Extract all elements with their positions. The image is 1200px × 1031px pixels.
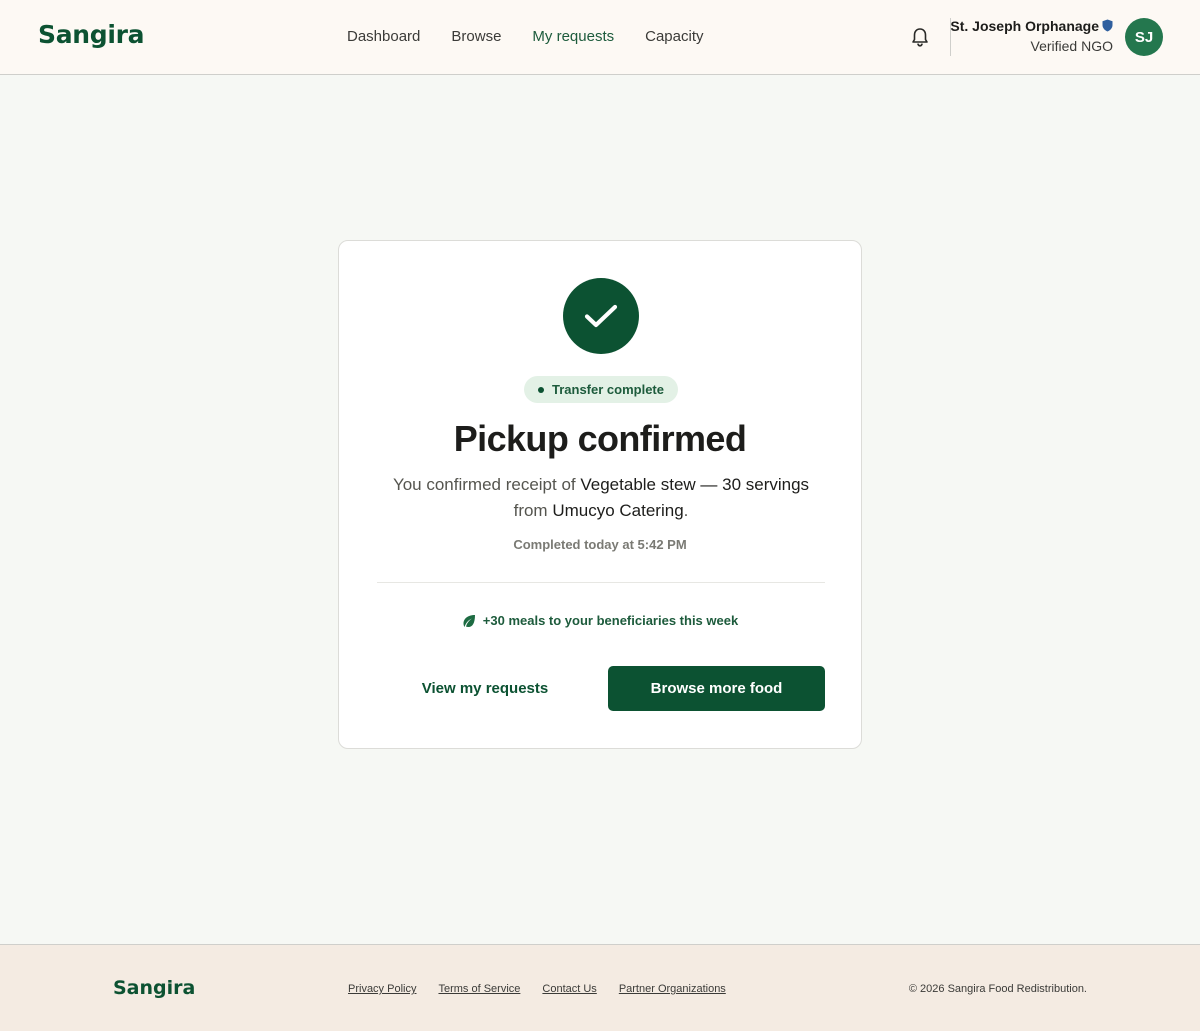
status-dot-icon <box>538 386 544 393</box>
footer-link-terms[interactable]: Terms of Service <box>438 983 520 995</box>
nav-item-dashboard[interactable]: Dashboard <box>347 28 420 45</box>
footer-link-contact[interactable]: Contact Us <box>542 983 596 995</box>
shield-icon <box>1102 19 1113 32</box>
brand-logo[interactable]: Sangira <box>38 20 145 49</box>
donor-name: Umucyo Catering <box>552 501 684 520</box>
nav-item-my-requests[interactable]: My requests <box>532 28 614 45</box>
page-footer: Sangira Privacy Policy Terms of Service … <box>0 944 1200 1031</box>
checkmark-icon <box>563 278 639 354</box>
impact-note: +30 meals to your beneficiaries this wee… <box>339 613 861 628</box>
user-name: St. Joseph Orphanage <box>950 18 1099 34</box>
nav-item-capacity[interactable]: Capacity <box>645 28 703 45</box>
bell-icon[interactable] <box>909 26 931 48</box>
impact-text: +30 meals to your beneficiaries this wee… <box>482 613 739 628</box>
footer-links: Privacy Policy Terms of Service Contact … <box>348 983 748 995</box>
card-divider <box>377 582 825 583</box>
user-role: Verified NGO <box>1030 38 1113 54</box>
top-header: Sangira Dashboard Browse My requests Cap… <box>0 0 1200 75</box>
view-my-requests-button[interactable]: View my requests <box>377 666 593 711</box>
page-title: Pickup confirmed <box>453 418 747 459</box>
item-name: Vegetable stew — 30 servings <box>580 475 810 494</box>
confirmation-card: Transfer complete Pickup confirmed You c… <box>338 240 862 749</box>
browse-more-food-button[interactable]: Browse more food <box>608 666 825 711</box>
copyright-text: © 2026 Sangira Food Redistribution. <box>908 983 1087 995</box>
leaf-icon <box>462 614 476 628</box>
status-text: Transfer complete <box>552 382 664 397</box>
main-nav: Dashboard Browse My requests Capacity <box>347 28 734 45</box>
footer-link-partners[interactable]: Partner Organizations <box>619 983 726 995</box>
footer-link-privacy[interactable]: Privacy Policy <box>348 983 416 995</box>
status-badge: Transfer complete <box>524 376 678 403</box>
nav-item-browse[interactable]: Browse <box>451 28 501 45</box>
confirmation-description: You confirmed receipt of Vegetable stew … <box>379 472 823 524</box>
completed-timestamp: Completed today at 5:42 PM <box>513 537 687 552</box>
user-info: St. Joseph Orphanage Verified NGO <box>950 18 1113 54</box>
desc-prefix: You confirmed receipt of <box>392 475 581 494</box>
footer-logo[interactable]: Sangira <box>113 977 195 999</box>
avatar[interactable]: SJ <box>1125 18 1163 56</box>
desc-suffix: . <box>683 501 689 520</box>
desc-mid: from <box>513 501 553 520</box>
